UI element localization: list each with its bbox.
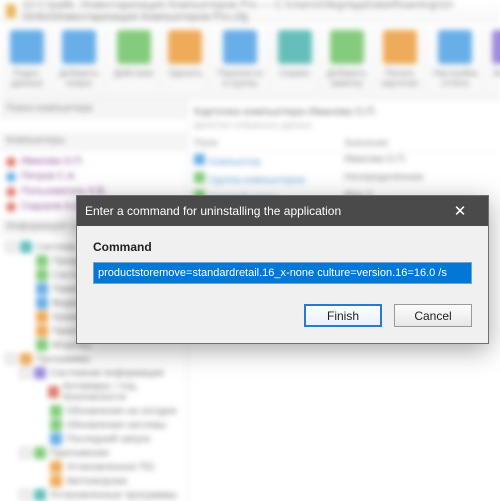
- finish-button[interactable]: Finish: [304, 304, 382, 327]
- dialog-titlebar: Enter a command for uninstalling the app…: [77, 196, 488, 226]
- dialog-title: Enter a command for uninstalling the app…: [85, 204, 341, 218]
- close-icon[interactable]: ✕: [440, 202, 480, 220]
- uninstall-command-dialog: Enter a command for uninstalling the app…: [76, 195, 489, 344]
- command-label: Command: [93, 240, 472, 254]
- cancel-button[interactable]: Cancel: [394, 304, 472, 327]
- command-input[interactable]: [93, 262, 472, 284]
